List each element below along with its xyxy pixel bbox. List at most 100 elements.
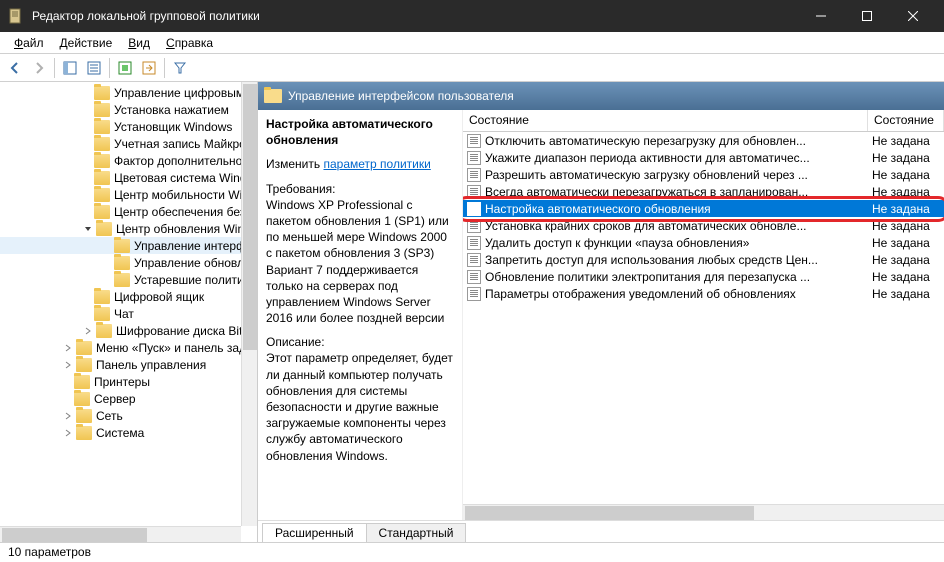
list-row[interactable]: Параметры отображения уведомлений об обн… bbox=[463, 285, 944, 302]
folder-icon bbox=[76, 409, 92, 423]
list-column: Состояние Состояние Отключить автоматиче… bbox=[463, 110, 944, 520]
close-button[interactable] bbox=[890, 0, 936, 32]
tree-item-label: Шифрование диска BitL bbox=[116, 324, 249, 338]
folder-icon bbox=[94, 171, 110, 185]
row-name: Разрешить автоматическую загрузку обновл… bbox=[485, 168, 808, 182]
show-hide-tree-button[interactable] bbox=[59, 57, 81, 79]
tree-item[interactable]: Устаревшие полити bbox=[0, 271, 257, 288]
setting-icon bbox=[467, 236, 481, 250]
tree-item[interactable]: Принтеры bbox=[0, 373, 257, 390]
row-name: Обновление политики электропитания для п… bbox=[485, 270, 810, 284]
filter-button[interactable] bbox=[169, 57, 191, 79]
tree-item[interactable]: Управление цифровым bbox=[0, 84, 257, 101]
folder-icon bbox=[94, 205, 110, 219]
col-state[interactable]: Состояние bbox=[868, 110, 944, 131]
tree-item-label: Система bbox=[96, 426, 144, 440]
chevron-right-icon[interactable] bbox=[62, 410, 74, 422]
menu-file[interactable]: Файл bbox=[6, 34, 52, 52]
setting-icon bbox=[467, 151, 481, 165]
folder-icon bbox=[94, 307, 110, 321]
row-state: Не задана bbox=[868, 168, 944, 182]
chevron-right-icon[interactable] bbox=[62, 427, 74, 439]
tree-item[interactable]: Чат bbox=[0, 305, 257, 322]
folder-icon bbox=[94, 137, 110, 151]
scrollbar-thumb[interactable] bbox=[465, 506, 754, 520]
properties-button[interactable] bbox=[83, 57, 105, 79]
tree-item[interactable]: Цветовая система Wind bbox=[0, 169, 257, 186]
tree-item-label: Цифровой ящик bbox=[114, 290, 204, 304]
list-row[interactable]: Всегда автоматически перезагружаться в з… bbox=[463, 183, 944, 200]
folder-icon bbox=[114, 273, 130, 287]
tree-item-label: Управление интерфе bbox=[134, 239, 253, 253]
tree-item[interactable]: Меню «Пуск» и панель зада bbox=[0, 339, 257, 356]
minimize-button[interactable] bbox=[798, 0, 844, 32]
col-name[interactable]: Состояние bbox=[463, 110, 868, 131]
tree-item[interactable]: Центр обновления Wind bbox=[0, 220, 257, 237]
detail-panel: Управление интерфейсом пользователя Наст… bbox=[258, 82, 944, 542]
menu-action[interactable]: Действие bbox=[52, 34, 121, 52]
refresh-button[interactable] bbox=[114, 57, 136, 79]
row-name: Настройка автоматического обновления bbox=[485, 202, 711, 216]
forward-button[interactable] bbox=[28, 57, 50, 79]
list-row[interactable]: Укажите диапазон периода активности для … bbox=[463, 149, 944, 166]
tree-item[interactable]: Сеть bbox=[0, 407, 257, 424]
tab-standard[interactable]: Стандартный bbox=[366, 523, 467, 542]
tree-item[interactable]: Панель управления bbox=[0, 356, 257, 373]
tree-h-scrollbar[interactable] bbox=[0, 526, 241, 542]
setting-icon bbox=[467, 134, 481, 148]
setting-icon bbox=[467, 185, 481, 199]
tree-item-label: Установщик Windows bbox=[114, 120, 232, 134]
tab-extended[interactable]: Расширенный bbox=[262, 523, 367, 542]
titlebar: Редактор локальной групповой политики bbox=[0, 0, 944, 32]
row-state: Не задана bbox=[868, 202, 944, 216]
row-state: Не задана bbox=[868, 270, 944, 284]
chevron-right-icon[interactable] bbox=[62, 359, 74, 371]
tree-item[interactable]: Система bbox=[0, 424, 257, 441]
tabs: Расширенный Стандартный bbox=[258, 520, 944, 542]
list-row[interactable]: Обновление политики электропитания для п… bbox=[463, 268, 944, 285]
chevron-down-icon[interactable] bbox=[82, 223, 94, 235]
scrollbar-thumb[interactable] bbox=[2, 528, 147, 542]
description-text: Этот параметр определяет, будет ли данны… bbox=[266, 351, 453, 462]
tree-item[interactable]: Учетная запись Майкро bbox=[0, 135, 257, 152]
list-row[interactable]: Удалить доступ к функции «пауза обновлен… bbox=[463, 234, 944, 251]
tree-item-label: Управление обновле bbox=[134, 256, 251, 270]
requirements-text: Windows XP Professional с пакетом обновл… bbox=[266, 198, 449, 325]
maximize-button[interactable] bbox=[844, 0, 890, 32]
back-button[interactable] bbox=[4, 57, 26, 79]
menu-view[interactable]: Вид bbox=[120, 34, 158, 52]
tree-item[interactable]: Установка нажатием bbox=[0, 101, 257, 118]
tree-item-label: Установка нажатием bbox=[114, 103, 229, 117]
row-name: Параметры отображения уведомлений об обн… bbox=[485, 287, 796, 301]
tree-item[interactable]: Центр обеспечения без bbox=[0, 203, 257, 220]
chevron-right-icon[interactable] bbox=[62, 342, 74, 354]
tree-item[interactable]: Установщик Windows bbox=[0, 118, 257, 135]
tree-item-label: Фактор дополнительно bbox=[114, 154, 242, 168]
tree-item[interactable]: Управление обновле bbox=[0, 254, 257, 271]
tree-item[interactable]: Шифрование диска BitL bbox=[0, 322, 257, 339]
list-row[interactable]: Настройка автоматического обновления Не з… bbox=[463, 200, 944, 217]
setting-icon bbox=[467, 287, 481, 301]
tree-item[interactable]: Цифровой ящик bbox=[0, 288, 257, 305]
list-row[interactable]: Разрешить автоматическую загрузку обновл… bbox=[463, 166, 944, 183]
chevron-right-icon[interactable] bbox=[82, 325, 94, 337]
menu-help[interactable]: Справка bbox=[158, 34, 221, 52]
list-row[interactable]: Установка крайних сроков для автоматичес… bbox=[463, 217, 944, 234]
list-h-scrollbar[interactable] bbox=[463, 504, 944, 520]
row-state: Не задана bbox=[868, 287, 944, 301]
tree-item[interactable]: Фактор дополнительно bbox=[0, 152, 257, 169]
list-row[interactable]: Отключить автоматическую перезагрузку дл… bbox=[463, 132, 944, 149]
row-name: Отключить автоматическую перезагрузку дл… bbox=[485, 134, 806, 148]
tree-item-label: Центр обновления Wind bbox=[116, 222, 251, 236]
list-row[interactable]: Запретить доступ для использования любых… bbox=[463, 251, 944, 268]
tree-item[interactable]: Сервер bbox=[0, 390, 257, 407]
tree-item[interactable]: Центр мобильности Wi bbox=[0, 186, 257, 203]
tree-v-scrollbar[interactable] bbox=[241, 82, 257, 526]
scrollbar-thumb[interactable] bbox=[243, 84, 257, 350]
description-label: Описание: bbox=[266, 335, 325, 349]
policy-param-link[interactable]: параметр политики bbox=[323, 157, 430, 171]
tree-panel[interactable]: Управление цифровым Установка нажатием Уст… bbox=[0, 82, 258, 542]
tree-item[interactable]: Управление интерфе bbox=[0, 237, 257, 254]
export-button[interactable] bbox=[138, 57, 160, 79]
folder-icon bbox=[94, 103, 110, 117]
